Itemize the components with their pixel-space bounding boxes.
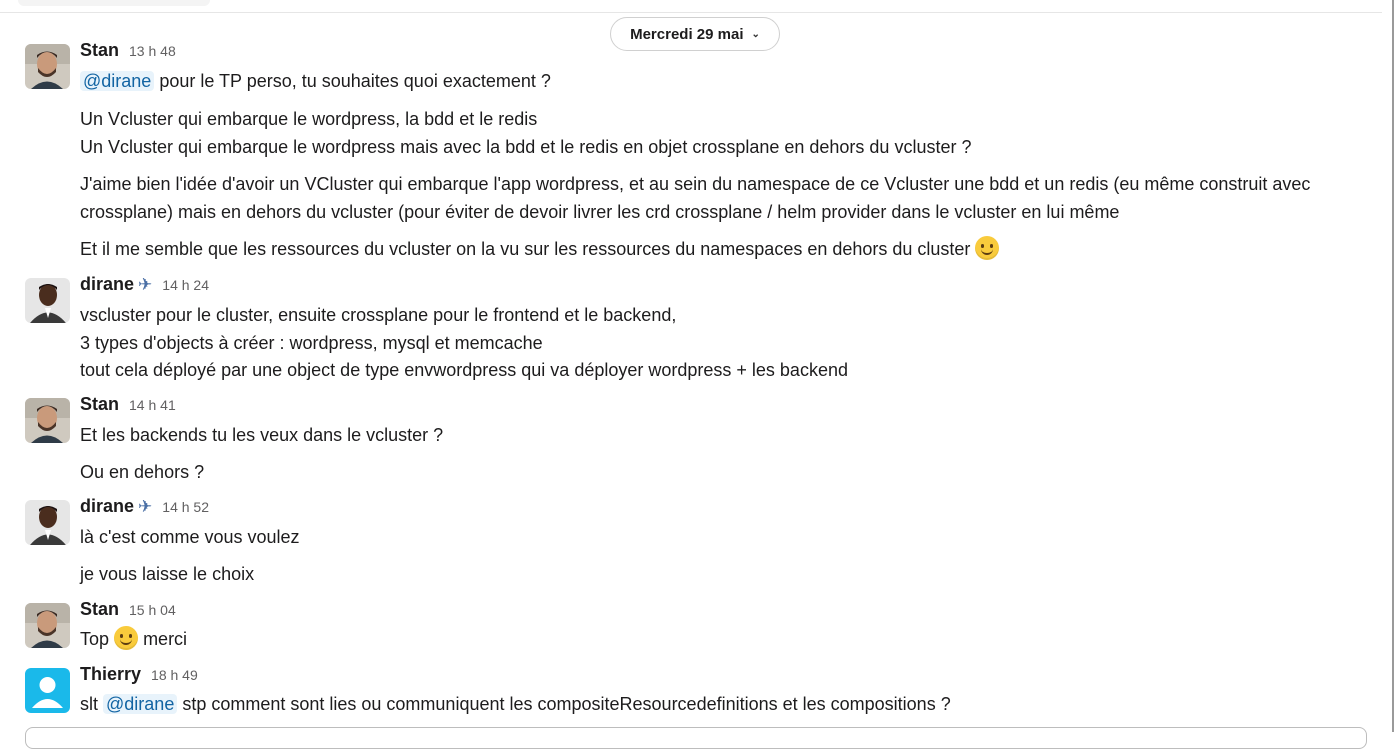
message-time[interactable]: 18 h 49 [151,667,198,683]
message-line: je vous laisse le choix [80,564,255,584]
message-time[interactable]: 15 h 04 [129,602,176,618]
message-text: Top [80,629,110,649]
user-mention[interactable]: @dirane [80,71,155,91]
avatar-stan[interactable] [25,398,70,443]
avatar-thierry[interactable] [25,668,70,713]
author-name[interactable]: dirane [80,274,134,295]
chevron-down-icon: ⌄ [751,28,760,40]
user-mention[interactable]: @dirane [103,694,178,714]
message-line: Un Vcluster qui embarque le wordpress, l… [80,109,538,129]
message-text: stp comment sont lies ou communiquent le… [177,694,951,714]
message-line: Et il me semble que les ressources du vc… [80,235,1000,263]
author-name[interactable]: Stan [80,40,119,61]
author-name[interactable]: Stan [80,394,119,415]
airplane-icon: ✈ [138,275,153,294]
avatar-stan[interactable] [25,44,70,89]
message-line: 3 types d'objects à créer : wordpress, m… [80,333,543,353]
message-line: là c'est comme vous voulez [80,527,300,547]
message-line: Top merci [80,625,187,653]
message-text: merci [143,629,188,649]
message-time[interactable]: 13 h 48 [129,43,176,59]
top-bar-stub [18,0,210,6]
author-name[interactable]: Stan [80,599,119,620]
message-line: tout cela déployé par une object de type… [80,360,848,380]
divider-line [0,12,1382,13]
message-line: vscluster pour le cluster, ensuite cross… [80,305,677,325]
message-line: J'aime bien l'idée d'avoir un VCluster q… [80,174,1311,194]
airplane-icon: ✈ [138,497,153,516]
message-composer[interactable] [25,727,1367,749]
message-time[interactable]: 14 h 24 [162,277,209,293]
date-divider-label: Mercredi 29 mai [630,25,744,43]
message-text: slt [80,694,98,714]
author-name[interactable]: Thierry [80,664,141,685]
message-text: Et il me semble que les ressources du vc… [80,239,971,259]
message-time[interactable]: 14 h 41 [129,397,176,413]
author-name[interactable]: dirane [80,496,134,517]
message-text: pour le TP perso, tu souhaites quoi exac… [154,71,551,91]
avatar-stan[interactable] [25,603,70,648]
message-line: crossplane) mais en dehors du vcluster (… [80,202,1120,222]
slightly-smiling-face-emoji-icon [975,236,1000,260]
message-line: slt @dirane stp comment sont lies ou com… [80,690,951,718]
slightly-smiling-face-emoji-icon [114,626,139,650]
message-line: @dirane pour le TP perso, tu souhaites q… [80,67,551,95]
date-divider-button[interactable]: Mercredi 29 mai ⌄ [610,17,780,51]
avatar-dirane[interactable] [25,278,70,323]
message-line: Ou en dehors ? [80,462,205,482]
message-line: Et les backends tu les veux dans le vclu… [80,425,444,445]
scrollbar[interactable] [1382,0,1396,732]
message-time[interactable]: 14 h 52 [162,499,209,515]
scrollbar-track [1392,0,1394,732]
avatar-dirane[interactable] [25,500,70,545]
message-line: Un Vcluster qui embarque le wordpress ma… [80,137,972,157]
